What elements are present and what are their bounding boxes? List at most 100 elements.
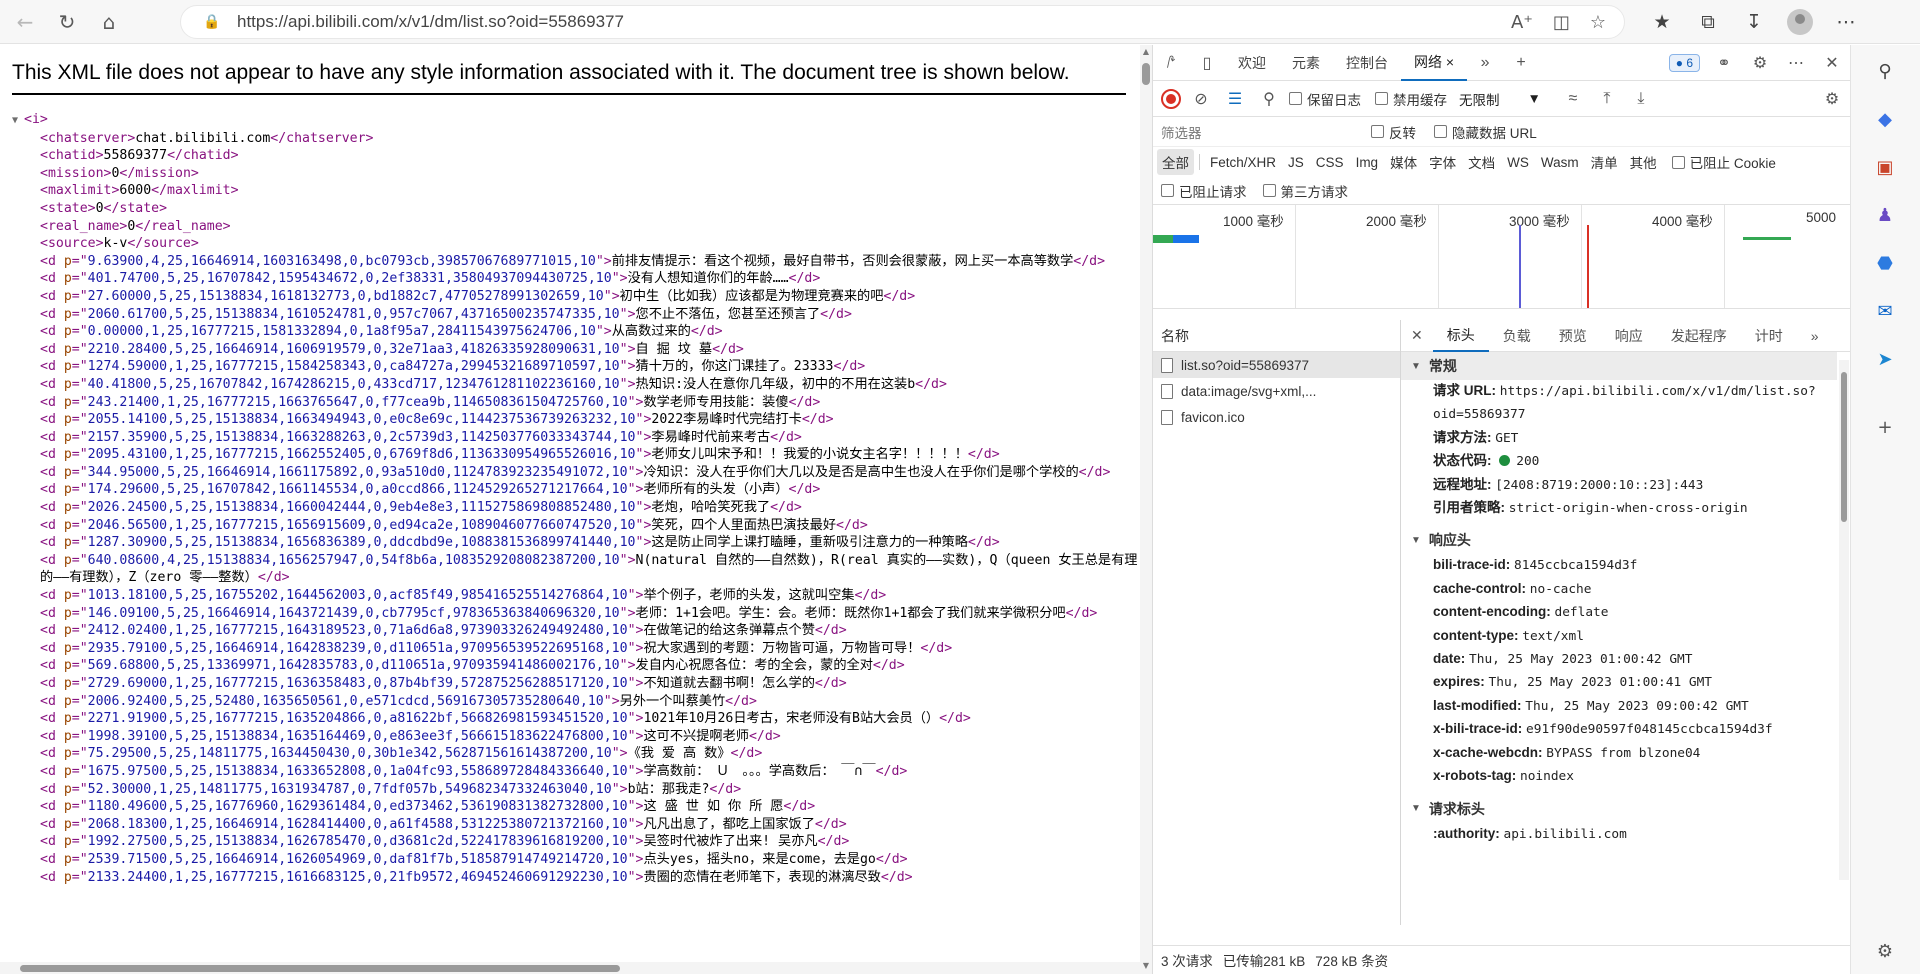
tab-welcome[interactable]: 欢迎 — [1225, 45, 1279, 81]
sidebar-send-icon[interactable]: ➤ — [1873, 347, 1897, 371]
split-screen-icon[interactable]: ◫ — [1553, 12, 1570, 33]
request-row-favicon[interactable]: favicon.ico — [1153, 404, 1400, 430]
tab-console[interactable]: 控制台 — [1333, 45, 1401, 81]
close-details-icon[interactable]: ✕ — [1401, 320, 1433, 352]
record-icon[interactable] — [1161, 88, 1181, 109]
sidebar-outlook-icon[interactable]: ✉ — [1873, 299, 1897, 323]
network-conditions-icon[interactable]: ≈ — [1559, 81, 1587, 117]
checkbox-box[interactable] — [1434, 125, 1447, 138]
blocked-requests-checkbox[interactable]: 已阻止请求 — [1161, 181, 1247, 201]
scroll-thumb[interactable] — [20, 965, 620, 972]
checkbox-box[interactable] — [1375, 92, 1388, 105]
type-doc[interactable]: 文档 — [1463, 149, 1500, 175]
sidebar-add-icon[interactable]: + — [1873, 415, 1897, 439]
type-css[interactable]: CSS — [1311, 152, 1349, 173]
type-all[interactable]: 全部 — [1157, 149, 1194, 175]
issues-badge[interactable]: ● 6 — [1668, 53, 1700, 72]
xml-vertical-scrollbar[interactable]: ▲ ▼ — [1140, 45, 1152, 974]
scroll-down-icon[interactable]: ▼ — [1142, 961, 1150, 970]
tab-preview[interactable]: 预览 — [1545, 320, 1601, 352]
type-font[interactable]: 字体 — [1424, 149, 1461, 175]
search-icon[interactable]: ⚲ — [1255, 81, 1283, 117]
export-har-icon[interactable]: ⤓ — [1627, 81, 1655, 117]
request-row-list[interactable]: list.so?oid=55869377 — [1153, 352, 1400, 378]
checkbox-box[interactable] — [1371, 125, 1384, 138]
sidebar-settings-icon[interactable]: ⚙ — [1873, 939, 1897, 963]
add-favorite-icon[interactable]: ☆ — [1590, 12, 1606, 33]
xml-open-tag: <d — [40, 623, 64, 639]
network-overview-timeline[interactable]: 1000 毫秒 2000 毫秒 3000 毫秒 4000 毫秒 5000 — [1153, 205, 1850, 309]
tab-network[interactable]: 网络 × — [1401, 45, 1468, 81]
scroll-thumb[interactable] — [1841, 372, 1847, 522]
checkbox-box[interactable] — [1161, 184, 1174, 197]
tab-payload[interactable]: 负载 — [1489, 320, 1545, 352]
home-icon[interactable]: ⌂ — [92, 5, 126, 39]
xml-open-tag: <state> — [40, 200, 96, 216]
close-tab-icon[interactable]: × — [1446, 54, 1454, 70]
settings-gear-icon[interactable]: ⚙ — [1742, 45, 1778, 81]
tab-response[interactable]: 响应 — [1601, 320, 1657, 352]
blocked-cookies-checkbox[interactable]: 已阻止 Cookie — [1671, 152, 1776, 172]
refresh-icon[interactable]: ↻ — [50, 5, 84, 39]
type-manifest[interactable]: 清单 — [1586, 149, 1623, 175]
profile-avatar[interactable] — [1783, 5, 1817, 39]
collections-icon[interactable]: ⧉ — [1691, 5, 1725, 39]
hide-data-urls-checkbox[interactable]: 隐藏数据 URL — [1434, 122, 1537, 142]
scroll-up-icon[interactable]: ▲ — [1142, 47, 1150, 56]
name-column-header[interactable]: 名称 — [1153, 320, 1400, 352]
type-img[interactable]: Img — [1351, 152, 1384, 173]
tab-timing[interactable]: 计时 — [1741, 320, 1797, 352]
back-arrow-icon[interactable]: ← — [8, 5, 42, 39]
checkbox-box[interactable] — [1289, 92, 1302, 105]
network-settings-icon[interactable]: ⚙ — [1814, 81, 1850, 117]
sidebar-tag-icon[interactable]: ◆ — [1873, 107, 1897, 131]
invert-checkbox[interactable]: 反转 — [1371, 122, 1416, 142]
more-menu-icon[interactable]: ⋯ — [1829, 5, 1863, 39]
checkbox-box[interactable] — [1262, 184, 1276, 197]
import-har-icon[interactable]: ⤒ — [1593, 81, 1621, 117]
collapse-triangle-icon[interactable]: ▼ — [12, 112, 24, 130]
sidebar-tools-icon[interactable]: ▣ — [1873, 155, 1897, 179]
tab-headers[interactable]: 标头 — [1432, 320, 1489, 352]
xml-horizontal-scrollbar[interactable] — [0, 962, 1140, 974]
lock-icon[interactable]: 🔒 — [203, 14, 225, 30]
preserve-log-checkbox[interactable]: 保留日志 — [1289, 89, 1361, 109]
sidebar-copilot-icon[interactable]: ⬣ — [1873, 251, 1897, 275]
downloads-icon[interactable]: ↧ — [1737, 5, 1771, 39]
tab-elements[interactable]: 元素 — [1279, 45, 1333, 81]
tab-initiator[interactable]: 发起程序 — [1657, 320, 1741, 352]
throttle-select[interactable]: 无限制 ▼ — [1459, 89, 1541, 109]
read-aloud-icon[interactable]: A⁺ — [1511, 12, 1533, 33]
disable-cache-checkbox[interactable]: 禁用缓存 — [1375, 89, 1447, 109]
close-devtools-icon[interactable]: ✕ — [1814, 45, 1850, 81]
clear-icon[interactable]: ⊘ — [1187, 81, 1215, 117]
filter-input[interactable]: 筛选器 — [1161, 122, 1371, 142]
sidebar-games-icon[interactable]: ♟ — [1873, 203, 1897, 227]
type-fetch-xhr[interactable]: Fetch/XHR — [1205, 152, 1281, 173]
checkbox-box[interactable] — [1671, 155, 1685, 169]
request-row-svg[interactable]: data:image/svg+xml,... — [1153, 378, 1400, 404]
details-scrollbar[interactable] — [1839, 360, 1849, 880]
type-media[interactable]: 媒体 — [1385, 149, 1422, 175]
more-options-icon[interactable]: ⋯ — [1778, 45, 1814, 81]
type-js[interactable]: JS — [1283, 152, 1309, 173]
add-tab-icon[interactable]: + — [1503, 45, 1539, 81]
general-section-header[interactable]: ▼ 常规 — [1401, 352, 1837, 380]
device-emulation-icon[interactable]: ▯ — [1189, 45, 1225, 81]
inspect-element-icon[interactable]: ⭚ — [1153, 45, 1189, 81]
type-wasm[interactable]: Wasm — [1536, 152, 1584, 173]
filter-icon[interactable]: ☰ — [1221, 81, 1249, 117]
type-ws[interactable]: WS — [1502, 152, 1534, 173]
type-other[interactable]: 其他 — [1625, 149, 1662, 175]
connection-icon[interactable]: ⚭ — [1706, 45, 1742, 81]
response-headers-section[interactable]: ▼ 响应头 — [1401, 526, 1837, 554]
favorites-icon[interactable]: ★ — [1645, 5, 1679, 39]
sidebar-search-icon[interactable]: ⚲ — [1873, 59, 1897, 83]
request-headers-section[interactable]: ▼ 请求标头 — [1401, 795, 1837, 823]
more-tabs-icon[interactable]: » — [1467, 45, 1503, 81]
more-detail-tabs-icon[interactable]: » — [1797, 320, 1833, 352]
address-bar[interactable]: 🔒 https://api.bilibili.com/x/v1/dm/list.… — [180, 5, 1625, 39]
address-url[interactable]: https://api.bilibili.com/x/v1/dm/list.so… — [237, 12, 624, 32]
scroll-thumb[interactable] — [1142, 63, 1150, 85]
third-party-checkbox[interactable]: 第三方请求 — [1262, 181, 1348, 201]
